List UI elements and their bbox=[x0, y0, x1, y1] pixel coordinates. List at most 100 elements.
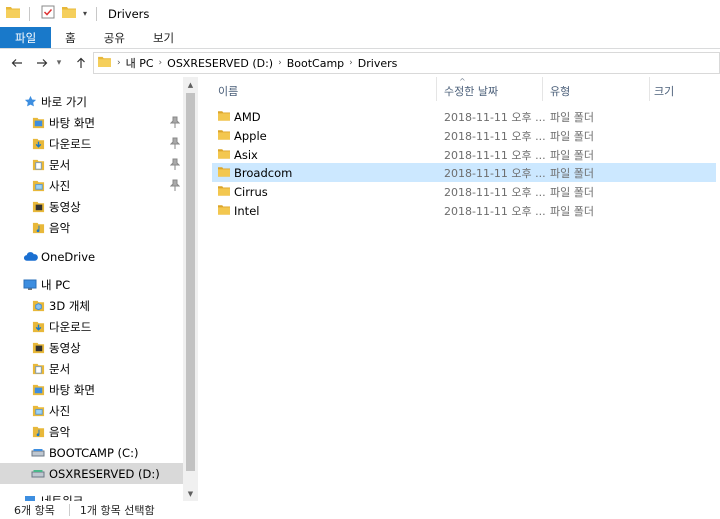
nav-pc-pictures[interactable]: 사진 bbox=[0, 400, 183, 421]
ribbon-tabs: 파일 홈 공유 보기 bbox=[0, 27, 720, 49]
arrow-left-icon bbox=[11, 59, 22, 67]
pin-icon[interactable] bbox=[169, 179, 181, 191]
column-headers: ^ 이름 수정한 날짜 유형 크기 bbox=[198, 77, 720, 103]
tab-home[interactable]: 홈 bbox=[51, 27, 90, 48]
navigation-pane: 바로 가기 바탕 화면 다운로드 문서 사진 동영상 음악 OneDrive 내… bbox=[0, 77, 198, 501]
folder-icon bbox=[218, 166, 230, 180]
breadcrumb-separator-icon[interactable]: › bbox=[276, 58, 284, 68]
nav-quick-music[interactable]: 음악 bbox=[0, 217, 183, 238]
pin-icon[interactable] bbox=[169, 137, 181, 149]
breadcrumb-drive[interactable]: OSXRESERVED (D:) bbox=[164, 57, 276, 70]
pin-icon[interactable] bbox=[169, 116, 181, 128]
file-type: 파일 폴더 bbox=[550, 129, 594, 143]
forward-button[interactable] bbox=[31, 52, 53, 74]
nav-label: 바탕 화면 bbox=[49, 382, 95, 397]
videos-folder-icon bbox=[30, 340, 46, 356]
nav-pc-downloads[interactable]: 다운로드 bbox=[0, 316, 183, 337]
column-divider[interactable] bbox=[436, 77, 437, 101]
file-row[interactable]: Apple 2018-11-11 오후 ... 파일 폴더 bbox=[212, 126, 716, 145]
nav-pc-desktop[interactable]: 바탕 화면 bbox=[0, 379, 183, 400]
toolbar-divider bbox=[29, 6, 30, 21]
nav-drive-d[interactable]: OSXRESERVED (D:) bbox=[0, 463, 183, 484]
folder-icon bbox=[6, 6, 20, 21]
nav-label: OSXRESERVED (D:) bbox=[49, 466, 160, 481]
breadcrumb-separator-icon[interactable]: › bbox=[157, 58, 165, 68]
nav-label: 다운로드 bbox=[49, 136, 92, 151]
back-button[interactable] bbox=[6, 52, 28, 74]
nav-quick-pictures[interactable]: 사진 bbox=[0, 175, 183, 196]
tab-share[interactable]: 공유 bbox=[90, 27, 139, 48]
properties-icon[interactable] bbox=[41, 5, 55, 22]
nav-quick-desktop[interactable]: 바탕 화면 bbox=[0, 112, 183, 133]
selection-count: 1개 항목 선택함 bbox=[79, 504, 155, 517]
nav-onedrive[interactable]: OneDrive bbox=[0, 246, 183, 267]
new-folder-icon[interactable] bbox=[62, 6, 76, 21]
file-type: 파일 폴더 bbox=[550, 110, 594, 124]
videos-folder-icon bbox=[30, 199, 46, 215]
nav-pc-music[interactable]: 음악 bbox=[0, 421, 183, 442]
customize-toolbar-chevron-icon[interactable]: ▾ bbox=[83, 9, 87, 18]
star-icon bbox=[22, 94, 38, 110]
nav-label: 바로 가기 bbox=[41, 94, 87, 109]
documents-folder-icon bbox=[30, 361, 46, 377]
file-date: 2018-11-11 오후 ... bbox=[444, 185, 546, 199]
file-name: AMD bbox=[234, 109, 261, 124]
address-bar[interactable]: › 내 PC › OSXRESERVED (D:) › BootCamp › D… bbox=[93, 52, 720, 74]
desktop-folder-icon bbox=[30, 382, 46, 398]
breadcrumb-separator-icon[interactable]: › bbox=[115, 58, 123, 68]
nav-label: 음악 bbox=[49, 220, 71, 235]
nav-label: 문서 bbox=[49, 361, 71, 376]
file-row[interactable]: Intel 2018-11-11 오후 ... 파일 폴더 bbox=[212, 201, 716, 220]
tab-file[interactable]: 파일 bbox=[0, 27, 52, 48]
nav-drive-c[interactable]: BOOTCAMP (C:) bbox=[0, 442, 183, 463]
nav-label: 네트워크 bbox=[41, 493, 84, 502]
up-button[interactable] bbox=[70, 52, 92, 74]
nav-quick-downloads[interactable]: 다운로드 bbox=[0, 133, 183, 154]
nav-label: 음악 bbox=[49, 424, 71, 439]
nav-label: 동영상 bbox=[49, 340, 81, 355]
3d-objects-folder-icon bbox=[30, 298, 46, 314]
nav-network[interactable]: 네트워크 bbox=[0, 490, 183, 501]
chevron-down-icon: ▾ bbox=[56, 58, 62, 68]
nav-quick-access[interactable]: 바로 가기 bbox=[0, 91, 183, 112]
nav-label: 내 PC bbox=[41, 277, 71, 292]
recent-locations-button[interactable]: ▾ bbox=[52, 52, 66, 74]
column-header-date[interactable]: 수정한 날짜 bbox=[444, 83, 498, 99]
nav-quick-documents[interactable]: 문서 bbox=[0, 154, 183, 175]
column-header-type[interactable]: 유형 bbox=[550, 83, 570, 99]
status-divider bbox=[68, 504, 70, 516]
file-row[interactable]: AMD 2018-11-11 오후 ... 파일 폴더 bbox=[212, 107, 716, 126]
column-header-size[interactable]: 크기 bbox=[654, 83, 674, 99]
downloads-folder-icon bbox=[30, 136, 46, 152]
music-folder-icon bbox=[30, 424, 46, 440]
tab-view[interactable]: 보기 bbox=[139, 27, 188, 48]
downloads-folder-icon bbox=[30, 319, 46, 335]
column-divider[interactable] bbox=[542, 77, 543, 101]
scrollbar-thumb[interactable] bbox=[186, 93, 195, 471]
scroll-up-arrow-icon[interactable]: ▲ bbox=[183, 77, 198, 92]
network-icon bbox=[22, 493, 38, 501]
file-date: 2018-11-11 오후 ... bbox=[444, 166, 546, 180]
breadcrumb-drivers[interactable]: Drivers bbox=[355, 57, 401, 70]
file-type: 파일 폴더 bbox=[550, 148, 594, 162]
file-date: 2018-11-11 오후 ... bbox=[444, 110, 546, 124]
file-row-selected[interactable]: Broadcom 2018-11-11 오후 ... 파일 폴더 bbox=[212, 163, 716, 182]
column-divider[interactable] bbox=[649, 77, 650, 101]
scroll-down-arrow-icon[interactable]: ▼ bbox=[183, 486, 198, 501]
pin-icon[interactable] bbox=[169, 158, 181, 170]
file-row[interactable]: Asix 2018-11-11 오후 ... 파일 폴더 bbox=[212, 145, 716, 164]
column-header-name[interactable]: 이름 bbox=[218, 83, 238, 99]
nav-label: 문서 bbox=[49, 157, 71, 172]
file-name: Apple bbox=[234, 128, 267, 143]
nav-quick-videos[interactable]: 동영상 bbox=[0, 196, 183, 217]
breadcrumb-this-pc[interactable]: 내 PC bbox=[123, 55, 157, 71]
nav-pc-videos[interactable]: 동영상 bbox=[0, 337, 183, 358]
nav-pc-documents[interactable]: 문서 bbox=[0, 358, 183, 379]
breadcrumb-separator-icon[interactable]: › bbox=[347, 58, 355, 68]
file-row[interactable]: Cirrus 2018-11-11 오후 ... 파일 폴더 bbox=[212, 182, 716, 201]
navigation-scrollbar[interactable]: ▲ ▼ bbox=[183, 77, 198, 501]
nav-pc-3d-objects[interactable]: 3D 개체 bbox=[0, 295, 183, 316]
breadcrumb-bootcamp[interactable]: BootCamp bbox=[284, 57, 347, 70]
file-name: Intel bbox=[234, 203, 260, 218]
nav-this-pc[interactable]: 내 PC bbox=[0, 274, 183, 295]
